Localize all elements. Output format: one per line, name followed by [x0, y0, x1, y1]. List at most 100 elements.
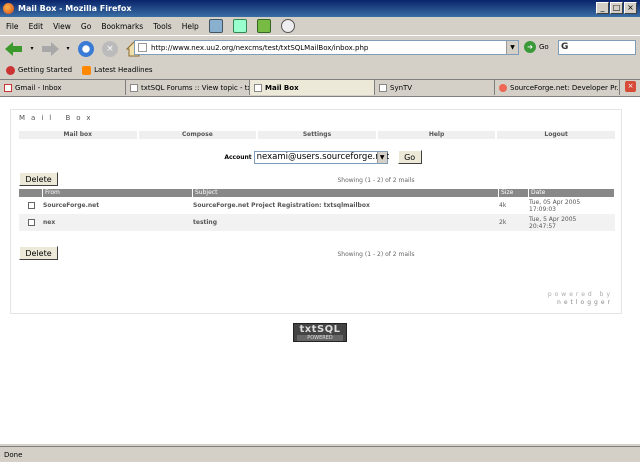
window-controls: _ □ × [596, 2, 637, 14]
tab-mail-box[interactable]: Mail Box [250, 80, 375, 95]
powered-by-name: netlogger [557, 299, 613, 306]
header-size[interactable]: Size [499, 189, 529, 197]
menu-edit[interactable]: Edit [29, 22, 44, 31]
tab-gmail[interactable]: Gmail - Inbox [0, 80, 126, 95]
extra-toolbar [208, 19, 295, 33]
bookmark-latest-headlines[interactable]: Latest Headlines [82, 65, 153, 75]
txtsql-logo[interactable]: txtSQL POWERED [293, 323, 347, 342]
account-go-button[interactable]: Go [397, 150, 422, 164]
menu-view[interactable]: View [53, 22, 71, 31]
rss-icon [82, 65, 92, 75]
url-history-dropdown[interactable]: ▼ [506, 41, 518, 54]
header-select [19, 189, 43, 197]
menu-go[interactable]: Go [81, 22, 91, 31]
mailbox-panel: Mail Box Mail box Compose Settings Help … [10, 109, 622, 314]
page-content: Mail Box Mail box Compose Settings Help … [0, 96, 640, 444]
close-tab-icon[interactable]: × [625, 81, 636, 92]
maximize-button[interactable]: □ [610, 2, 623, 14]
url-bar[interactable]: http://www.nex.uu2.org/nexcms/test/txtSQ… [134, 40, 519, 55]
logo-subtext: POWERED [297, 334, 343, 341]
mail-table: From Subject Size Date SourceForge.net S… [19, 189, 615, 231]
go-label: Go [539, 43, 549, 51]
mailbox-nav: Mail box Compose Settings Help Logout [19, 131, 615, 139]
row-select-cell [19, 219, 43, 226]
menu-bar: File Edit View Go Bookmarks Tools Help [0, 17, 640, 35]
account-select[interactable]: nexami@users.sourceforge.net ▼ [253, 150, 390, 164]
window-title-bar: Mail Box - Mozilla Firefox _ □ × [0, 0, 640, 17]
nav-settings[interactable]: Settings [258, 131, 376, 139]
go-navigate-button[interactable]: ➜ Go [524, 41, 549, 53]
account-row: Account nexami@users.sourceforge.net ▼ G… [11, 150, 621, 164]
page-icon [254, 83, 262, 92]
tab-sourceforge[interactable]: SourceForge.net: Developer Pr... [495, 80, 620, 95]
bookmark-getting-started[interactable]: Getting Started [6, 65, 72, 75]
account-value: nexami@users.sourceforge.net [256, 152, 390, 162]
row-checkbox[interactable] [27, 219, 35, 226]
url-text: http://www.nex.uu2.org/nexcms/test/txtSQ… [151, 43, 369, 52]
forward-button[interactable] [40, 39, 60, 59]
minimize-button[interactable]: _ [596, 2, 609, 14]
row-size: 2k [499, 219, 507, 226]
back-arrow-icon [5, 41, 22, 56]
nav-logout[interactable]: Logout [497, 131, 615, 139]
row-size: 4k [499, 202, 507, 209]
google-icon: G [561, 42, 569, 52]
row-date: Tue, 5 Apr 2005 20:47:57 [529, 216, 615, 230]
nav-mailbox[interactable]: Mail box [19, 131, 137, 139]
tab-txtsql-forums[interactable]: txtSQL Forums :: View topic - txt... [126, 80, 250, 95]
row-date-day: Tue, 5 Apr 2005 [529, 215, 577, 223]
extension-icon[interactable] [256, 19, 271, 33]
reload-icon [78, 40, 94, 57]
monitor-icon[interactable] [208, 19, 223, 33]
menu-help[interactable]: Help [182, 22, 199, 31]
table-row[interactable]: SourceForge.net SourceForge.net Project … [19, 197, 615, 214]
header-date[interactable]: Date [529, 189, 615, 197]
reload-button[interactable] [76, 39, 96, 59]
menu-bookmarks[interactable]: Bookmarks [101, 22, 143, 31]
forward-arrow-icon [42, 41, 59, 56]
back-history-dropdown[interactable]: ▾ [28, 39, 36, 59]
logo-text: txtSQL [299, 323, 341, 335]
showing-count-top: Showing (1 - 2) of 2 mails [337, 177, 415, 184]
row-date-time: 20:47:57 [529, 222, 556, 230]
row-select-cell [19, 202, 43, 209]
page-icon [379, 83, 387, 92]
stop-icon: × [102, 40, 118, 57]
tab-bar: Gmail - Inbox txtSQL Forums :: View topi… [0, 79, 640, 95]
row-from[interactable]: nex [43, 219, 193, 226]
back-button[interactable] [4, 39, 24, 59]
row-date-day: Tue, 05 Apr 2005 [529, 198, 581, 206]
stop-button[interactable]: × [100, 39, 120, 59]
account-label: Account [224, 153, 252, 161]
bookmarks-toolbar: Getting Started Latest Headlines [0, 62, 640, 78]
chevron-down-icon: ▼ [376, 151, 387, 163]
table-row[interactable]: nex testing 2k Tue, 5 Apr 2005 20:47:57 [19, 214, 615, 231]
tab-syntv[interactable]: SynTV [375, 80, 495, 95]
status-bar: Done [0, 446, 640, 462]
forward-history-dropdown[interactable]: ▾ [64, 39, 72, 59]
close-window-button[interactable]: × [624, 2, 637, 14]
menu-tools[interactable]: Tools [153, 22, 171, 31]
header-from[interactable]: From [43, 189, 193, 197]
row-date: Tue, 05 Apr 2005 17:09:03 [529, 199, 615, 213]
bookmark-icon [6, 65, 15, 75]
header-subject[interactable]: Subject [193, 189, 499, 197]
nav-compose[interactable]: Compose [138, 131, 257, 139]
sourceforge-icon [499, 83, 507, 92]
row-subject[interactable]: SourceForge.net Project Registration: tx… [193, 202, 499, 209]
gmail-icon [4, 83, 12, 92]
bookmark-label: Latest Headlines [94, 66, 153, 74]
row-from[interactable]: SourceForge.net [43, 202, 193, 209]
row-date-time: 17:09:03 [529, 205, 556, 213]
go-arrow-icon: ➜ [524, 41, 536, 53]
row-checkbox[interactable] [27, 202, 35, 209]
menu-file[interactable]: File [6, 22, 19, 31]
mail-icon[interactable] [232, 19, 247, 33]
row-subject[interactable]: testing [193, 219, 499, 226]
nav-help[interactable]: Help [377, 131, 496, 139]
showing-count-bottom: Showing (1 - 2) of 2 mails [337, 251, 415, 258]
search-input[interactable]: G [558, 40, 636, 55]
page-icon [138, 43, 147, 52]
clock-icon[interactable] [280, 19, 295, 33]
mail-table-header: From Subject Size Date [19, 189, 615, 197]
